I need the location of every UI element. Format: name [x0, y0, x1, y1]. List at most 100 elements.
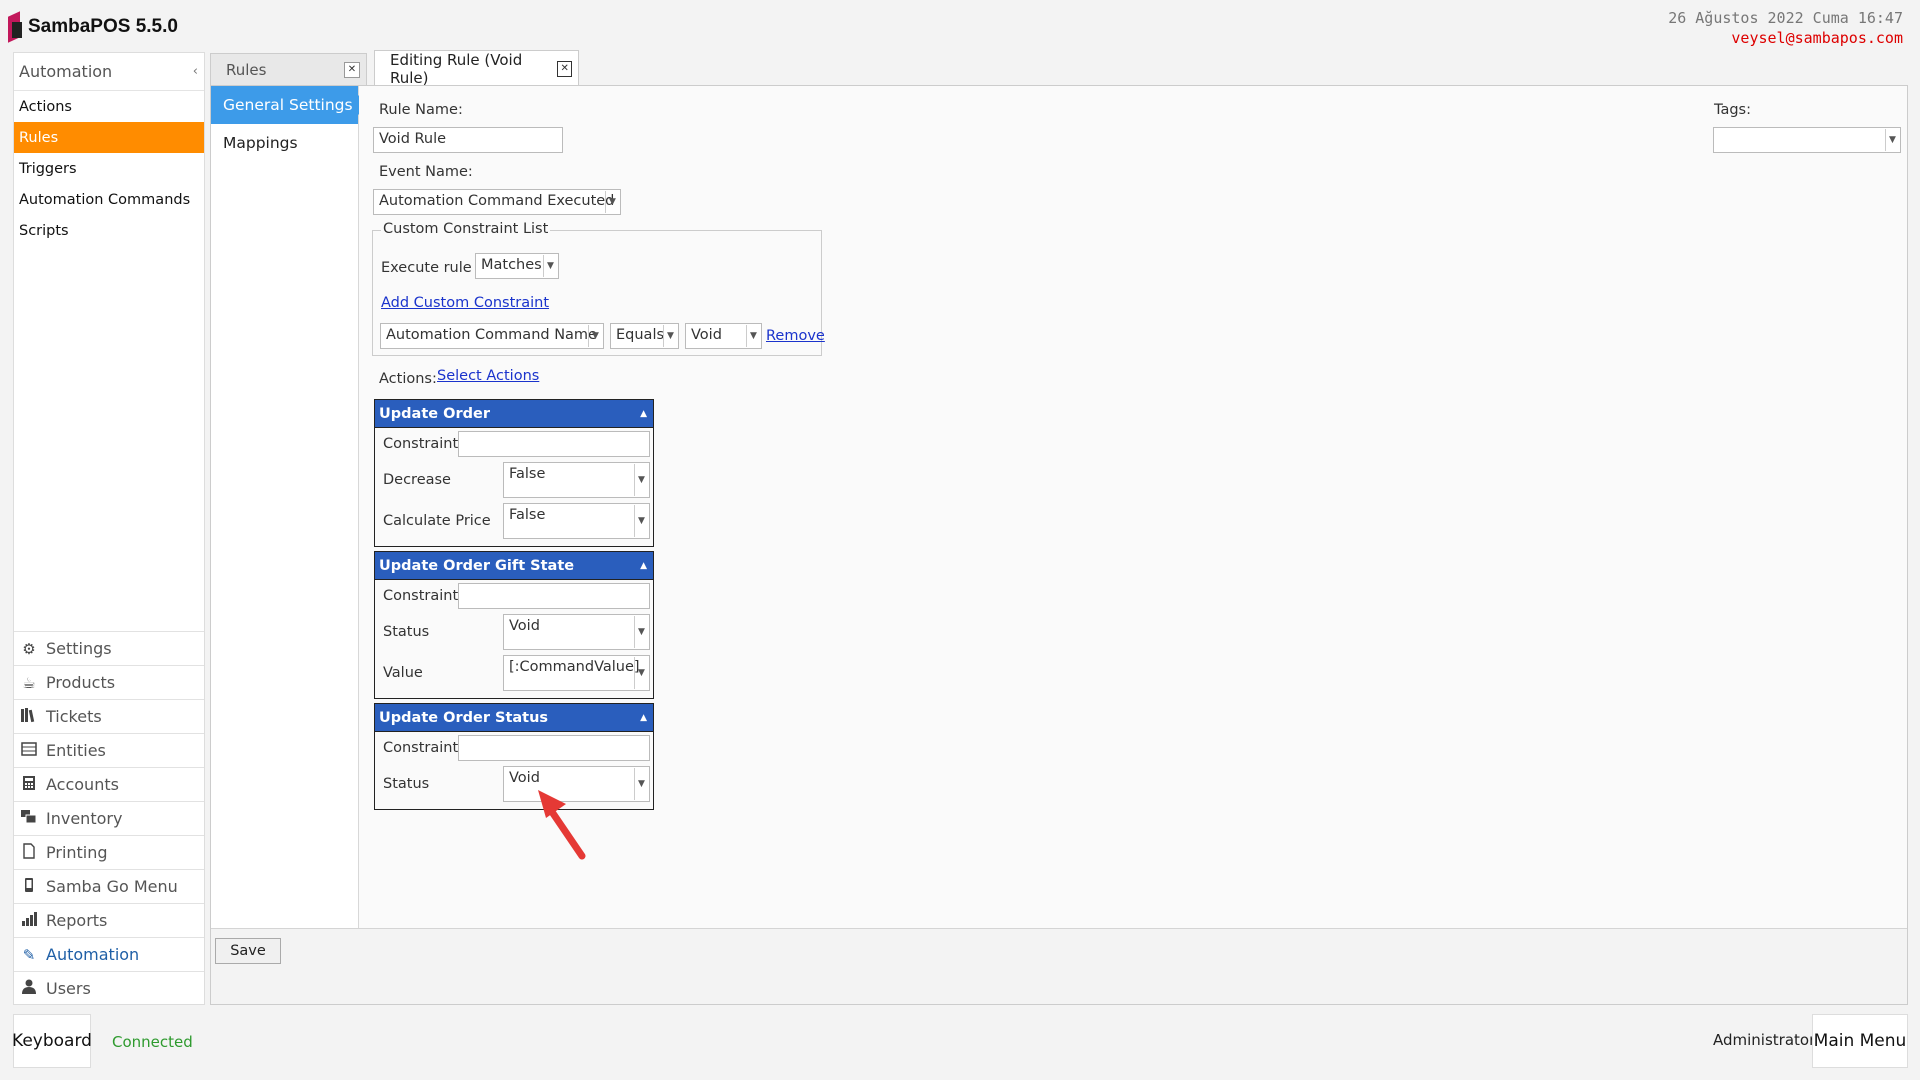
param-value: [:CommandValue]: [509, 659, 640, 675]
tab-label: Editing Rule (Void Rule): [390, 50, 523, 87]
event-name-select[interactable]: Automation Command Executed ▼: [373, 189, 621, 215]
menu-settings[interactable]: ⚙ Settings: [14, 631, 204, 665]
param-decrease-select[interactable]: False ▼: [503, 462, 650, 498]
constraint-label: Constraint:: [383, 740, 464, 756]
param-value: False: [509, 466, 546, 482]
action-title: Update Order: [379, 405, 490, 422]
action-param-row: Value [:CommandValue] ▼: [375, 653, 653, 694]
nav-item-label: Actions: [19, 98, 72, 115]
constraint-label: Constraint:: [383, 436, 464, 452]
action-param-row: Status Void ▼: [375, 764, 653, 805]
user-icon: [20, 979, 38, 998]
main-menu-button[interactable]: Main Menu: [1812, 1014, 1908, 1068]
add-custom-constraint-link[interactable]: Add Custom Constraint: [381, 295, 549, 311]
event-name-label: Event Name:: [379, 164, 473, 180]
subnav-mappings[interactable]: Mappings: [211, 124, 358, 162]
menu-tickets[interactable]: Tickets: [14, 699, 204, 733]
menu-label: Printing: [46, 843, 108, 862]
app-title: SambaPOS 5.5.0: [28, 16, 178, 37]
chevron-left-icon[interactable]: ‹: [193, 64, 198, 79]
tags-label: Tags:: [1714, 102, 1751, 118]
nav-item-actions[interactable]: Actions: [14, 91, 204, 122]
execute-rule-label: Execute rule if: [381, 260, 486, 276]
close-icon[interactable]: ✕: [344, 61, 360, 78]
constraint-input[interactable]: [458, 735, 650, 761]
tab-rules[interactable]: Rules ✕: [210, 53, 367, 85]
menu-label: Settings: [46, 639, 112, 658]
action-header[interactable]: Update Order ▲: [375, 400, 653, 428]
menu-automation[interactable]: ✎ Automation: [14, 937, 204, 971]
nav-header-title: Automation: [19, 62, 113, 81]
nav-item-label: Triggers: [19, 160, 77, 177]
select-actions-link[interactable]: Select Actions: [437, 368, 539, 384]
chevron-down-icon: ▼: [605, 191, 619, 213]
menu-products[interactable]: ☕ Products: [14, 665, 204, 699]
actions-label: Actions:: [379, 371, 437, 387]
save-button[interactable]: Save: [215, 938, 281, 964]
constraint-input[interactable]: [458, 583, 650, 609]
collapse-icon[interactable]: ▲: [640, 713, 647, 723]
menu-label: Accounts: [46, 775, 119, 794]
param-calculate-price-select[interactable]: False ▼: [503, 503, 650, 539]
constraint-operator-select[interactable]: Equals ▼: [610, 323, 679, 349]
subnav-general-settings[interactable]: General Settings: [211, 86, 368, 124]
nav-header[interactable]: Automation ‹: [14, 53, 204, 91]
tags-select[interactable]: ▼: [1713, 127, 1901, 153]
collapse-icon[interactable]: ▲: [640, 409, 647, 419]
chevron-down-icon: ▼: [634, 657, 648, 689]
constraint-field-value: Automation Command Name: [386, 327, 597, 343]
menu-printing[interactable]: Printing: [14, 835, 204, 869]
menu-inventory[interactable]: Inventory: [14, 801, 204, 835]
action-title: Update Order Gift State: [379, 557, 575, 574]
nav-item-triggers[interactable]: Triggers: [14, 153, 204, 184]
keyboard-button[interactable]: Keyboard: [12, 1014, 92, 1068]
nav-item-rules[interactable]: Rules: [14, 122, 204, 153]
remove-constraint-link[interactable]: Remove: [766, 328, 825, 344]
menu-label: Samba Go Menu: [46, 877, 178, 896]
param-value-select[interactable]: [:CommandValue] ▼: [503, 655, 650, 691]
nav-item-label: Scripts: [19, 222, 69, 239]
menu-accounts[interactable]: Accounts: [14, 767, 204, 801]
param-label: Decrease: [383, 472, 451, 488]
action-param-row: Status Void ▼: [375, 612, 653, 653]
action-param-row: Calculate Price False ▼: [375, 501, 653, 542]
collapse-icon[interactable]: ▲: [640, 561, 647, 571]
rule-name-input[interactable]: Void Rule: [373, 127, 563, 153]
chevron-down-icon: ▼: [1885, 129, 1899, 151]
chevron-down-icon: ▼: [543, 255, 557, 277]
menu-label: Inventory: [46, 809, 123, 828]
constraint-value-value: Void: [691, 327, 722, 343]
param-status-select[interactable]: Void ▼: [503, 614, 650, 650]
constraint-list-title: Custom Constraint List: [381, 221, 551, 237]
close-icon[interactable]: ✕: [557, 60, 572, 77]
chevron-down-icon: ▼: [588, 325, 602, 347]
menu-entities[interactable]: Entities: [14, 733, 204, 767]
subnav-label: Mappings: [223, 134, 298, 152]
param-value: Void: [509, 618, 540, 634]
constraint-input[interactable]: [458, 431, 650, 457]
action-header[interactable]: Update Order Status ▲: [375, 704, 653, 732]
books-icon: [20, 707, 38, 727]
nav-item-label: Rules: [19, 129, 59, 146]
nav-item-automation-commands[interactable]: Automation Commands: [14, 184, 204, 215]
constraint-value-select[interactable]: Void ▼: [685, 323, 762, 349]
menu-samba-go-menu[interactable]: Samba Go Menu: [14, 869, 204, 903]
param-label: Status: [383, 624, 430, 640]
action-header[interactable]: Update Order Gift State ▲: [375, 552, 653, 580]
stack-icon: [20, 809, 38, 829]
constraint-field-select[interactable]: Automation Command Name ▼: [380, 323, 604, 349]
action-constraint-row: Constraint:: [375, 732, 653, 764]
action-update-order-gift-state: Update Order Gift State ▲ Constraint: St…: [374, 551, 654, 699]
main-module-menu: ⚙ Settings ☕ Products Tickets Entities A…: [14, 631, 204, 1005]
menu-users[interactable]: Users: [14, 971, 204, 1005]
tab-editing-rule[interactable]: Editing Rule (Void Rule) ✕: [374, 50, 579, 87]
menu-label: Users: [46, 979, 91, 998]
action-title: Update Order Status: [379, 709, 549, 726]
nav-item-scripts[interactable]: Scripts: [14, 215, 204, 246]
execute-rule-select[interactable]: Matches ▼: [475, 253, 559, 279]
custom-constraint-list: Custom Constraint List Execute rule if M…: [372, 221, 825, 356]
document-icon: [20, 842, 38, 863]
menu-reports[interactable]: Reports: [14, 903, 204, 937]
nav-item-label: Automation Commands: [19, 191, 191, 208]
chevron-down-icon: ▼: [634, 505, 648, 537]
